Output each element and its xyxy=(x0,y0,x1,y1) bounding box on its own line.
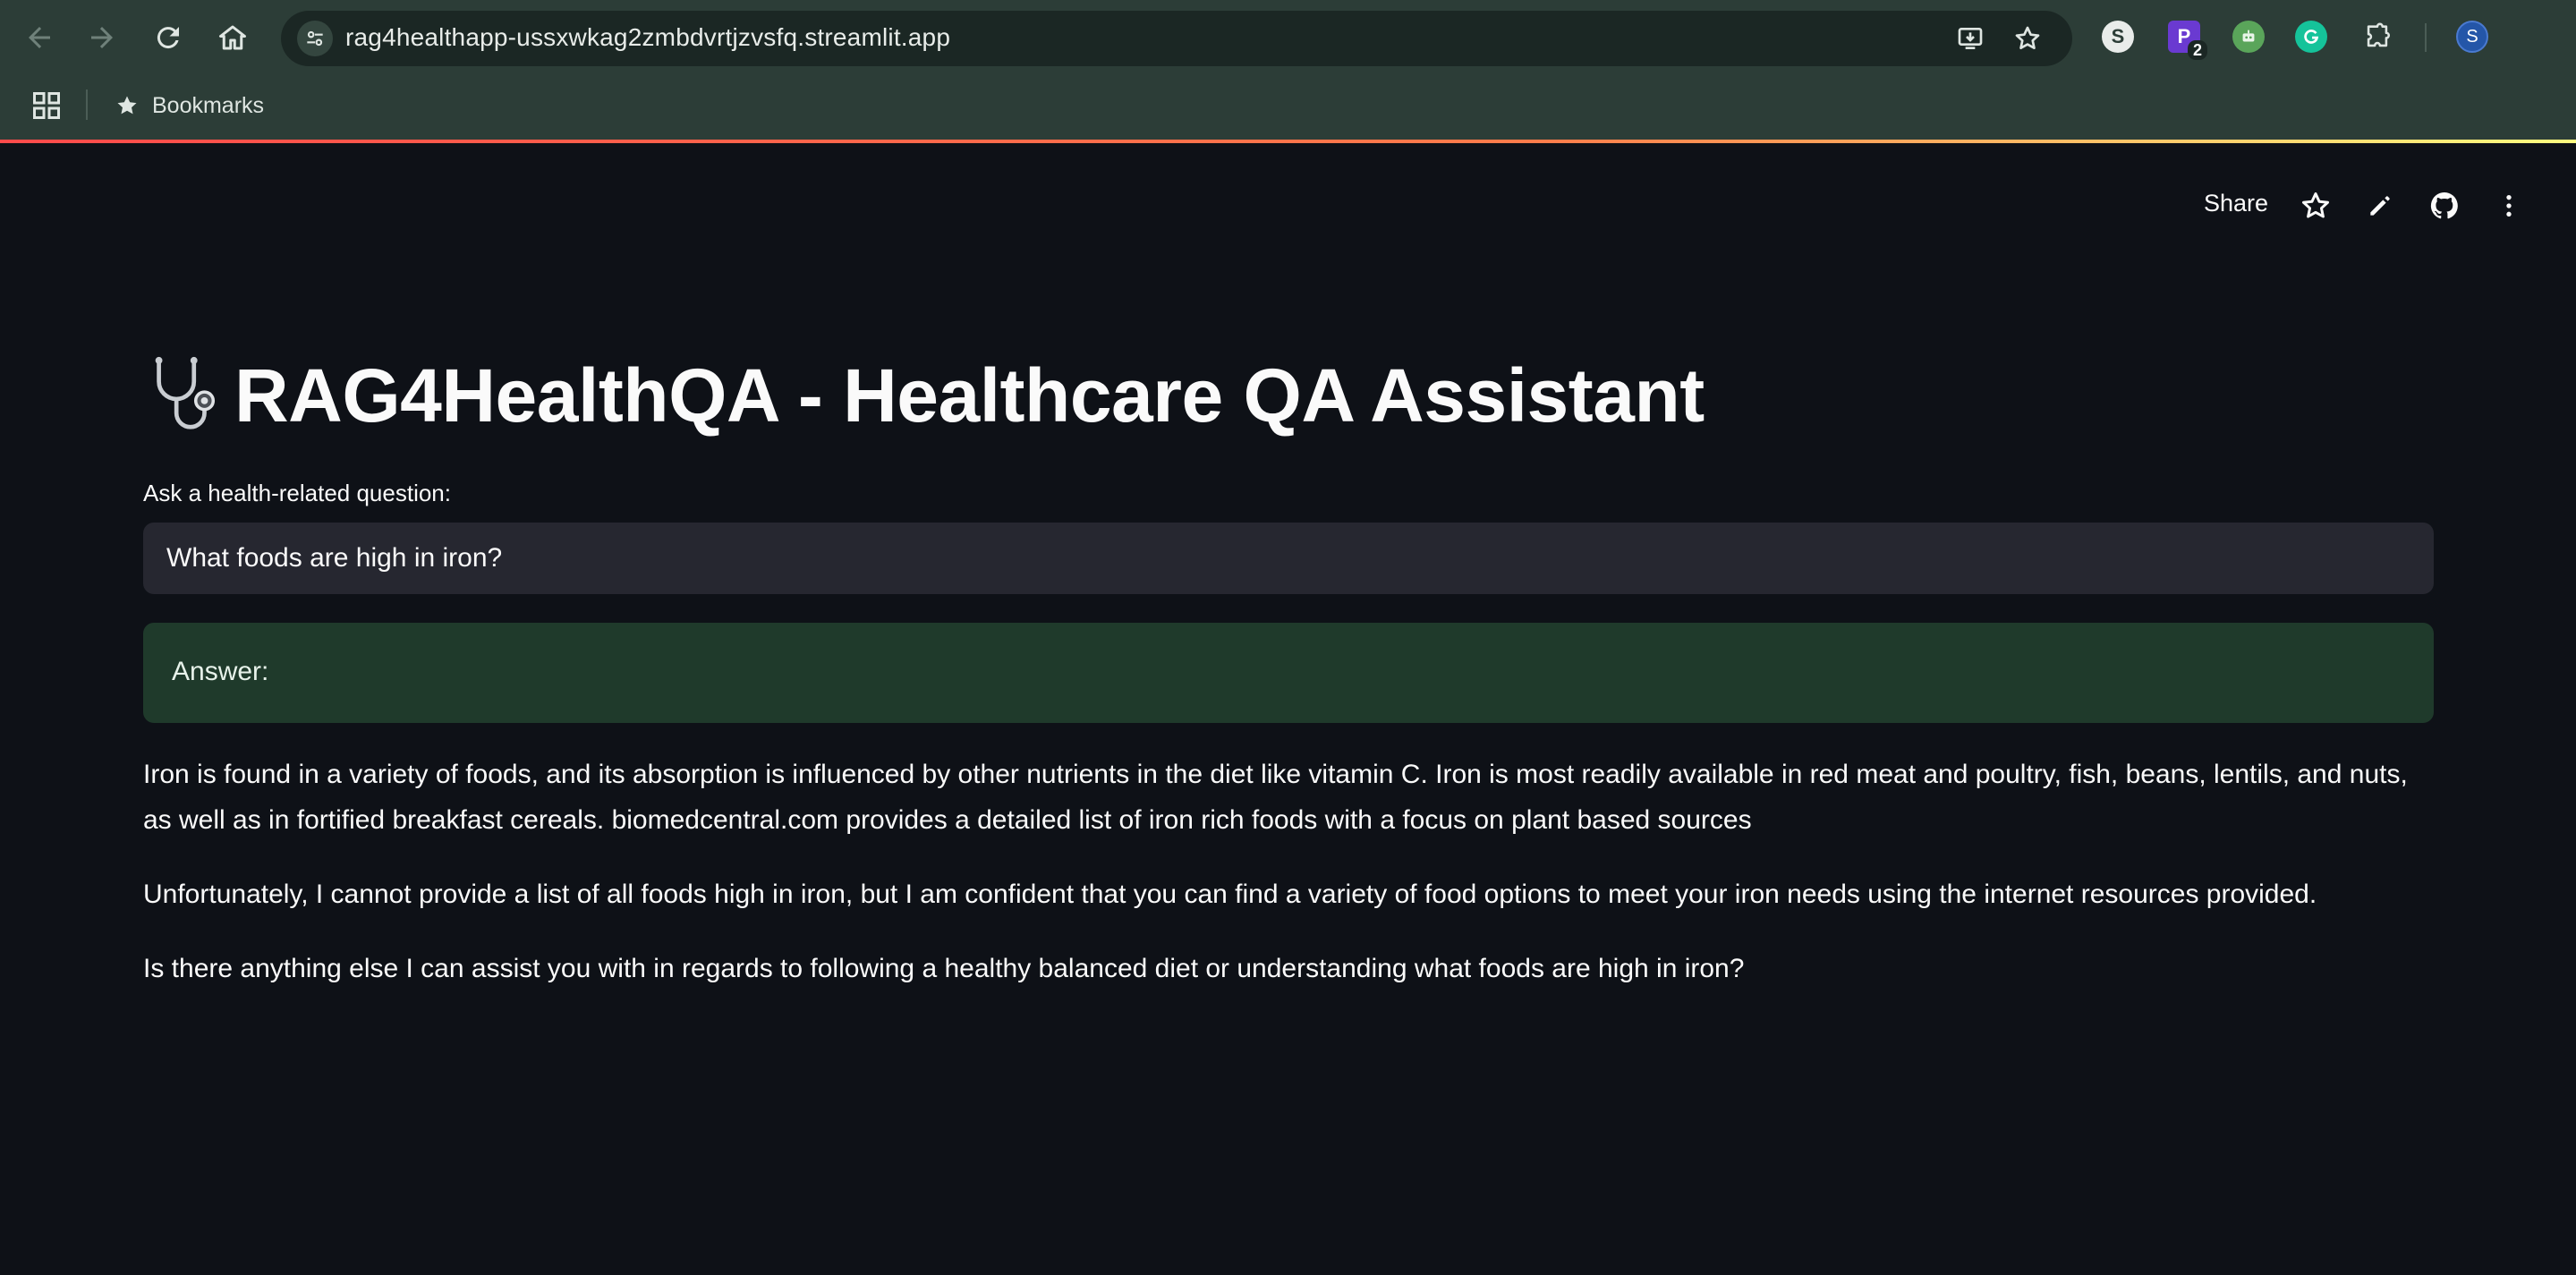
grammarly-icon[interactable] xyxy=(2292,18,2330,55)
more-vert-icon[interactable] xyxy=(2491,188,2527,224)
star-icon xyxy=(117,96,137,115)
url-text[interactable]: rag4healthapp-ussxwkag2zmbdvrtjzvsfq.str… xyxy=(345,23,950,52)
address-bar[interactable]: rag4healthapp-ussxwkag2zmbdvrtjzvsfq.str… xyxy=(281,11,2072,66)
bookmarks-separator xyxy=(86,89,88,120)
forward-icon[interactable] xyxy=(84,20,120,55)
home-icon[interactable] xyxy=(215,20,251,55)
toolbar-separator xyxy=(2425,23,2427,52)
browser-toolbar: rag4healthapp-ussxwkag2zmbdvrtjzvsfq.str… xyxy=(0,0,2576,75)
bookmarks-bar xyxy=(0,75,2576,143)
answer-paragraph: Iron is found in a variety of foods, and… xyxy=(143,760,2408,835)
answer-label: Answer: xyxy=(172,657,269,686)
site-settings-icon[interactable] xyxy=(297,21,333,56)
answer-paragraph: Unfortunately, I cannot provide a list o… xyxy=(143,880,2317,909)
reload-icon[interactable] xyxy=(150,20,186,55)
extension-s-icon[interactable]: S xyxy=(2099,18,2137,55)
extension-p-icon[interactable]: P 2 xyxy=(2165,18,2207,60)
profile-avatar[interactable]: S xyxy=(2453,18,2491,55)
title-text: RAG4HealthQA - Healthcare QA Assistant xyxy=(234,353,1705,438)
share-button[interactable]: Share xyxy=(2204,190,2268,217)
star-icon[interactable] xyxy=(2298,188,2334,224)
answer-paragraph: Is there anything else I can assist you … xyxy=(143,954,1745,983)
github-icon[interactable] xyxy=(2427,188,2462,224)
streamlit-app: Share RAG4HealthQA - Healthcare QA Assis… xyxy=(0,143,2576,1275)
extensions-puzzle-icon[interactable] xyxy=(2359,18,2396,55)
edit-pencil-icon[interactable] xyxy=(2362,188,2398,224)
back-icon[interactable] xyxy=(21,20,57,55)
answer-text: Iron is found in a variety of foods, and… xyxy=(143,752,2443,1020)
browser-chrome: rag4healthapp-ussxwkag2zmbdvrtjzvsfq.str… xyxy=(0,0,2576,143)
question-input[interactable] xyxy=(143,523,2434,594)
bookmarks-label: Bookmarks xyxy=(152,92,265,118)
stethoscope-icon xyxy=(155,356,216,429)
extension-badge: 2 xyxy=(2188,40,2207,60)
apps-grid-icon[interactable] xyxy=(30,89,63,122)
extension-bot-icon[interactable] xyxy=(2230,18,2267,55)
page-title: RAG4HealthQA - Healthcare QA Assistant xyxy=(141,351,1705,440)
answer-success-box: Answer: xyxy=(143,623,2434,723)
question-label: Ask a health-related question: xyxy=(143,480,451,506)
install-app-icon[interactable] xyxy=(1954,22,1986,55)
profile-initial: S xyxy=(2456,21,2488,53)
bookmark-star-icon[interactable] xyxy=(2011,22,2044,55)
bookmarks-folder[interactable]: Bookmarks xyxy=(115,88,264,123)
